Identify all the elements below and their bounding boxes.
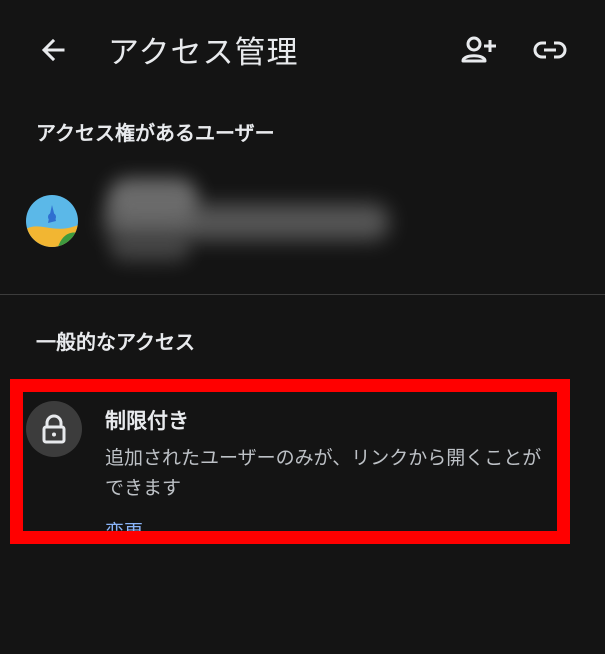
- add-user-button[interactable]: [459, 30, 499, 70]
- person-add-icon: [461, 36, 496, 63]
- copy-link-button[interactable]: [530, 30, 570, 70]
- back-button[interactable]: [34, 30, 74, 70]
- arrow-back-icon: [41, 38, 65, 62]
- general-access-title: 一般的なアクセス: [36, 330, 195, 354]
- top-app-bar: アクセス管理: [0, 0, 605, 100]
- link-icon: [533, 41, 567, 59]
- users-section-title: アクセス権があるユーザー: [36, 121, 275, 145]
- page-title: アクセス管理: [108, 35, 299, 71]
- avatar-image: [26, 195, 78, 247]
- avatar: [26, 195, 78, 247]
- highlight-box: [10, 379, 570, 544]
- redacted-user-name: [104, 178, 394, 268]
- section-divider: [0, 294, 605, 295]
